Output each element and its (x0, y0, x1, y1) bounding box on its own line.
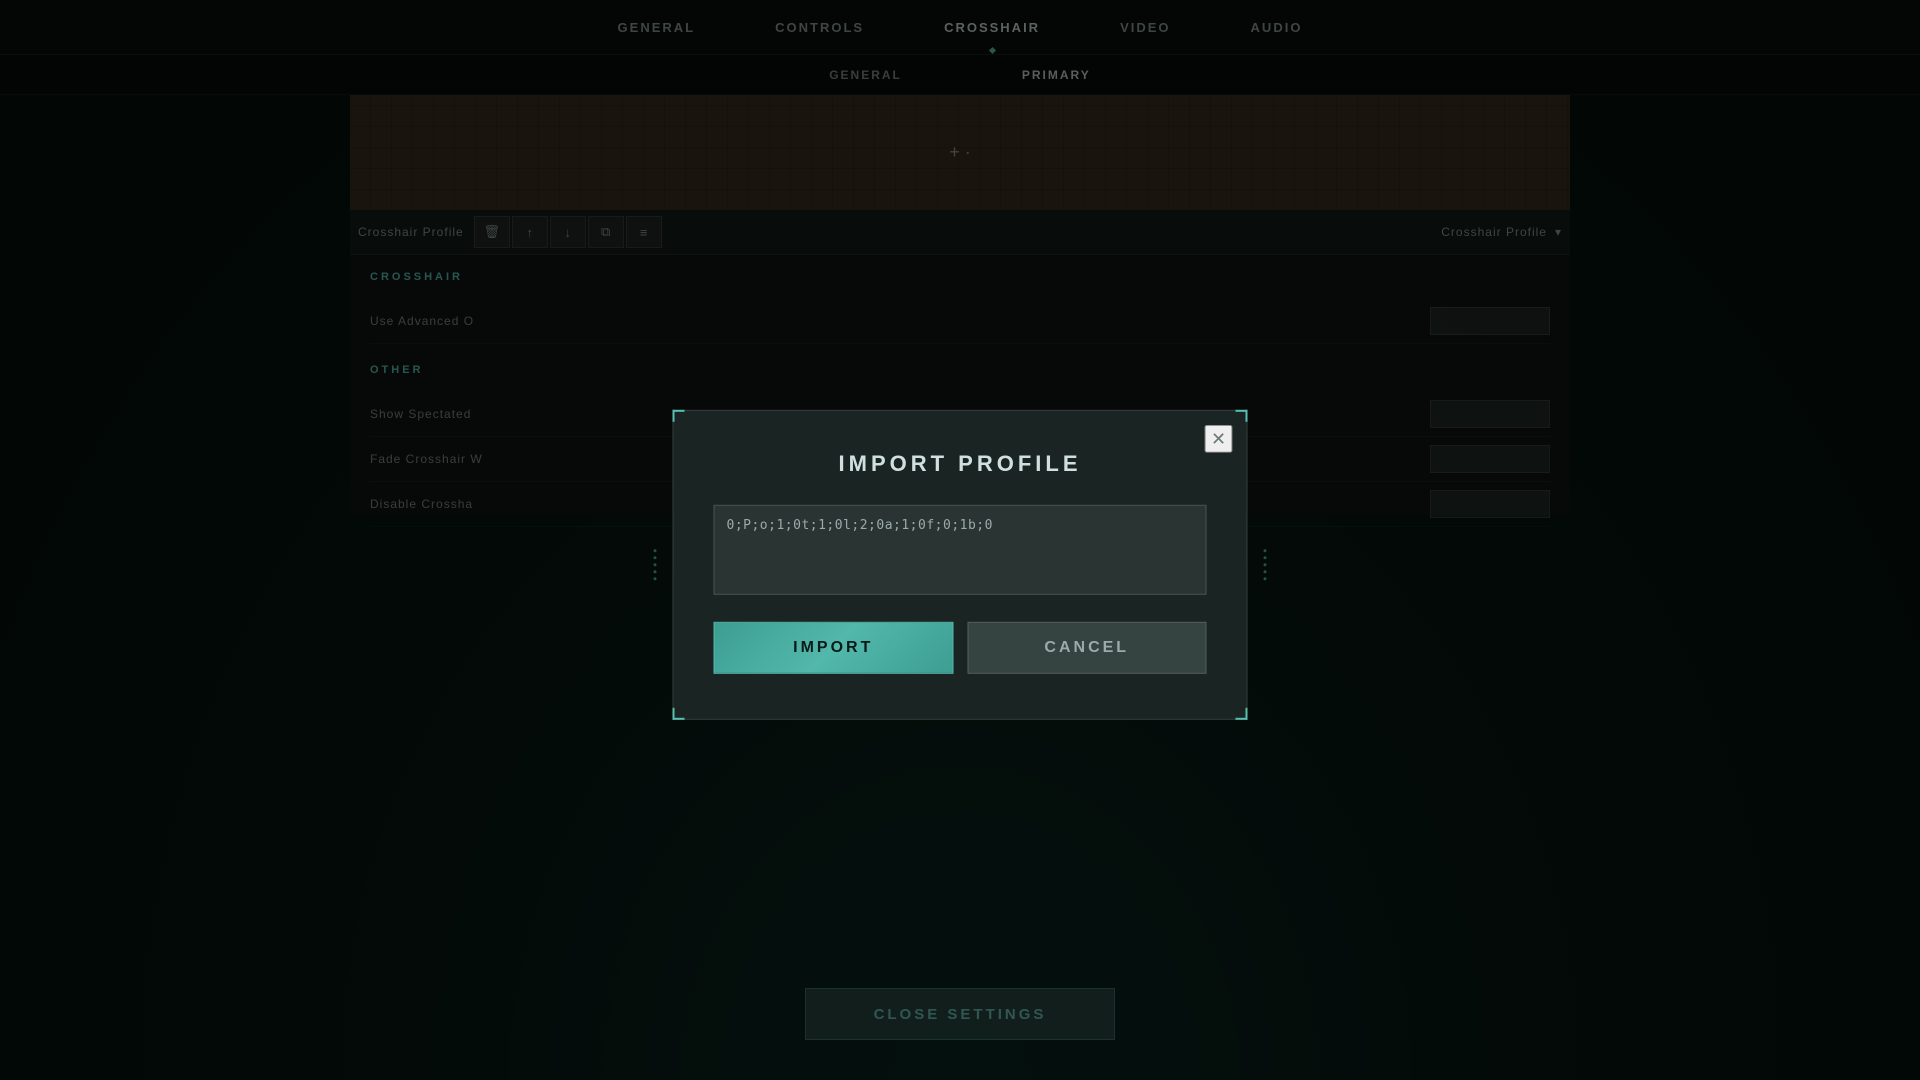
corner-decoration-bl (673, 708, 685, 720)
import-confirm-button[interactable]: IMPORT (714, 622, 954, 674)
corner-decoration-tl (673, 410, 685, 422)
import-code-textarea[interactable] (714, 505, 1207, 595)
modal-title: IMPORT PROFILE (714, 451, 1207, 477)
corner-decoration-br (1236, 708, 1248, 720)
corner-decoration-tr (1236, 410, 1248, 422)
close-icon: ✕ (1211, 428, 1226, 449)
side-dots-right (1264, 549, 1267, 580)
import-profile-modal: ✕ IMPORT PROFILE IMPORT CANCEL (673, 410, 1248, 720)
modal-close-button[interactable]: ✕ (1205, 425, 1233, 453)
modal-buttons: IMPORT CANCEL (714, 622, 1207, 674)
cancel-button[interactable]: CANCEL (967, 622, 1207, 674)
side-dots-left (654, 549, 657, 580)
